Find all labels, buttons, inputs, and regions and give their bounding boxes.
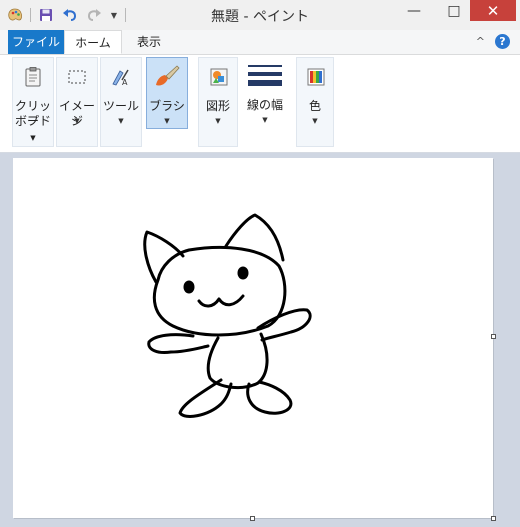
brushes-button[interactable]: ブラシ ▼ <box>146 57 188 129</box>
tab-home[interactable]: ホーム <box>64 30 122 54</box>
clipboard-label-line2: ボード ▼ <box>13 114 53 146</box>
help-area: ^ ? <box>476 34 510 49</box>
resize-handle-bottom[interactable] <box>250 516 255 521</box>
svg-text:A: A <box>122 78 128 87</box>
size-label: 線の幅 <box>246 98 283 112</box>
select-icon <box>62 62 92 92</box>
tools-label: ツール <box>102 99 139 113</box>
colors-button[interactable]: 色 ▼ <box>296 57 334 147</box>
brushes-dropdown-arrow: ▼ <box>164 117 170 125</box>
clipboard-dropdown-arrow: ▼ <box>30 134 36 142</box>
cat-left-eye <box>183 280 195 294</box>
clipboard-icon <box>18 62 48 92</box>
minimize-button[interactable]: — <box>400 0 428 21</box>
image-dropdown-arrow: ▼ <box>74 117 80 125</box>
cat-right-eye <box>237 266 249 280</box>
ribbon-home: クリップ ボード ▼ イメージ ▼ A ツール ▼ ブラシ ▼ 図形 ▼ 線の幅… <box>0 55 520 153</box>
cat-left-ear <box>143 230 185 284</box>
cat-right-leg <box>246 380 293 415</box>
brushes-label: ブラシ <box>149 99 185 113</box>
cat-mouth <box>197 294 245 308</box>
shapes-button[interactable]: 図形 ▼ <box>198 57 238 147</box>
title-bar: ▼ 無題 - ペイント — □ ✕ <box>0 0 520 31</box>
tab-file[interactable]: ファイル <box>8 30 64 54</box>
cat-body <box>206 332 269 390</box>
cat-drawing <box>143 213 312 418</box>
clipboard-label-text: ボード <box>14 114 51 128</box>
brush-icon <box>152 62 182 92</box>
colors-dropdown-arrow: ▼ <box>312 117 318 125</box>
cat-right-arm <box>256 308 312 342</box>
colors-icon <box>301 62 331 92</box>
clipboard-button[interactable]: クリップ ボード ▼ <box>12 57 54 147</box>
shapes-icon <box>204 62 234 92</box>
ribbon-tabs: ファイル ホーム 表示 ^ ? <box>0 30 520 55</box>
size-button[interactable]: 線の幅 ▼ <box>242 57 288 147</box>
resize-handle-right[interactable] <box>491 334 496 339</box>
maximize-button[interactable]: □ <box>440 0 468 21</box>
image-button[interactable]: イメージ ▼ <box>56 57 98 147</box>
canvas-workspace <box>0 153 520 527</box>
tab-view[interactable]: 表示 <box>128 30 170 54</box>
collapse-ribbon-icon[interactable]: ^ <box>476 35 485 48</box>
drawing-canvas[interactable] <box>13 158 493 518</box>
tools-icon: A <box>106 62 136 92</box>
shapes-label: 図形 <box>205 99 230 113</box>
colors-label: 色 <box>308 99 321 113</box>
tools-dropdown-arrow: ▼ <box>118 117 124 125</box>
help-icon[interactable]: ? <box>495 34 510 49</box>
close-button[interactable]: ✕ <box>470 0 516 21</box>
resize-handle-corner[interactable] <box>491 516 496 521</box>
size-dropdown-arrow: ▼ <box>262 116 268 124</box>
cat-left-arm <box>147 333 210 354</box>
shapes-dropdown-arrow: ▼ <box>215 117 221 125</box>
tools-button[interactable]: A ツール ▼ <box>100 57 142 147</box>
line-size-icon <box>248 63 282 94</box>
